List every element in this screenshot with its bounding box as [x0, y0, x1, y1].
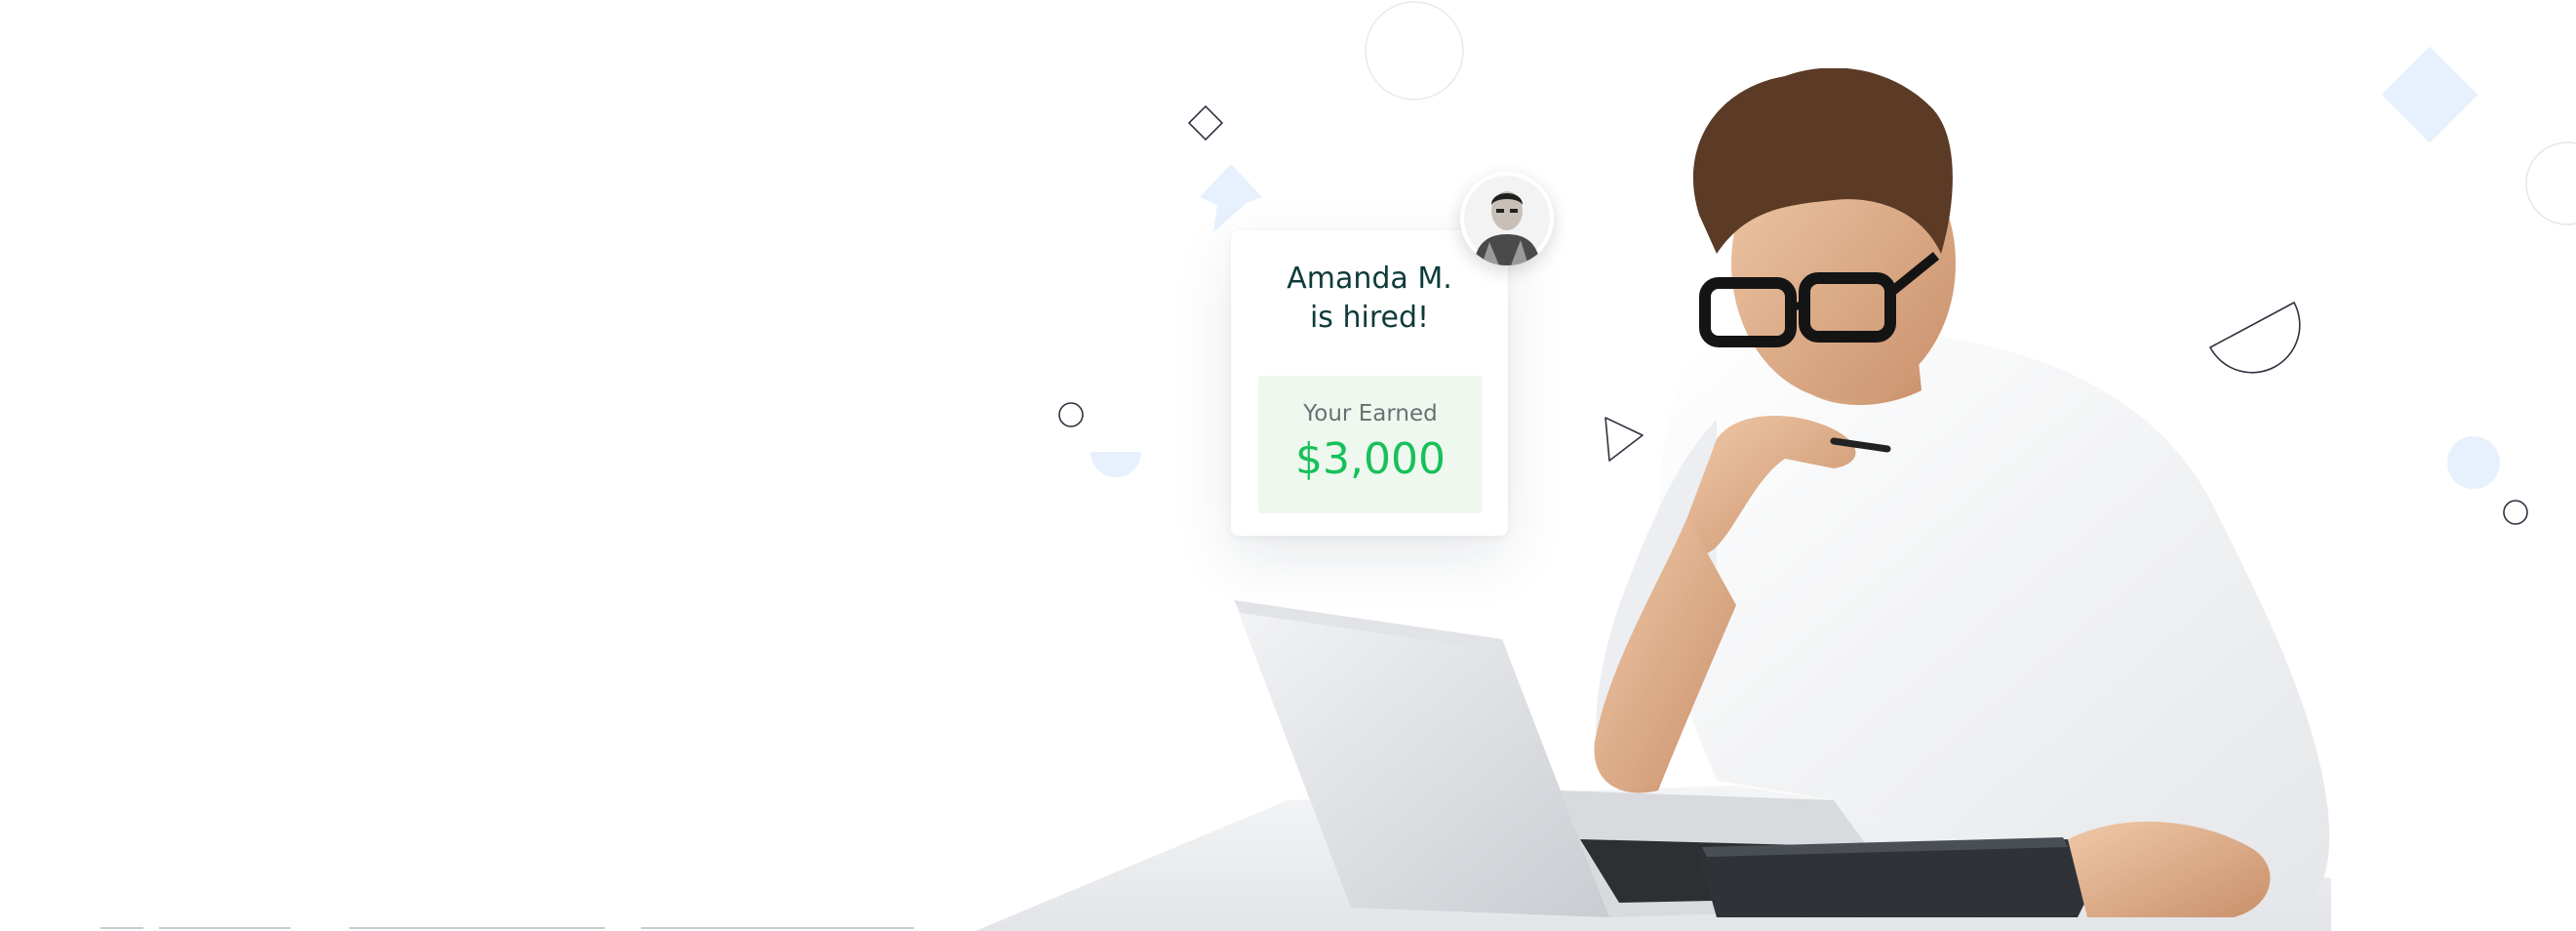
hero-photo — [975, 68, 2331, 931]
hired-notification-card: Amanda M. is hired! Your Earned $3,000 — [1231, 230, 1508, 536]
blue-diamond-icon — [2381, 46, 2478, 143]
light-circle-outline-right-icon — [2525, 142, 2576, 225]
footer-divider-3 — [349, 927, 605, 929]
hired-title: Amanda M. is hired! — [1231, 260, 1508, 338]
blue-dot-icon — [2447, 436, 2500, 489]
avatar — [1460, 172, 1554, 265]
small-circle-outline-right-icon — [2503, 500, 2528, 525]
hired-name: Amanda M. — [1287, 262, 1452, 296]
earned-box: Your Earned $3,000 — [1258, 376, 1483, 513]
earned-label: Your Earned — [1303, 401, 1438, 426]
footer-divider-4 — [641, 927, 914, 929]
profile-photo-icon — [1460, 172, 1554, 265]
hired-status: is hired! — [1309, 301, 1430, 335]
earned-amount: $3,000 — [1295, 434, 1446, 484]
footer-divider-1 — [100, 927, 143, 929]
footer-divider-2 — [159, 927, 291, 929]
